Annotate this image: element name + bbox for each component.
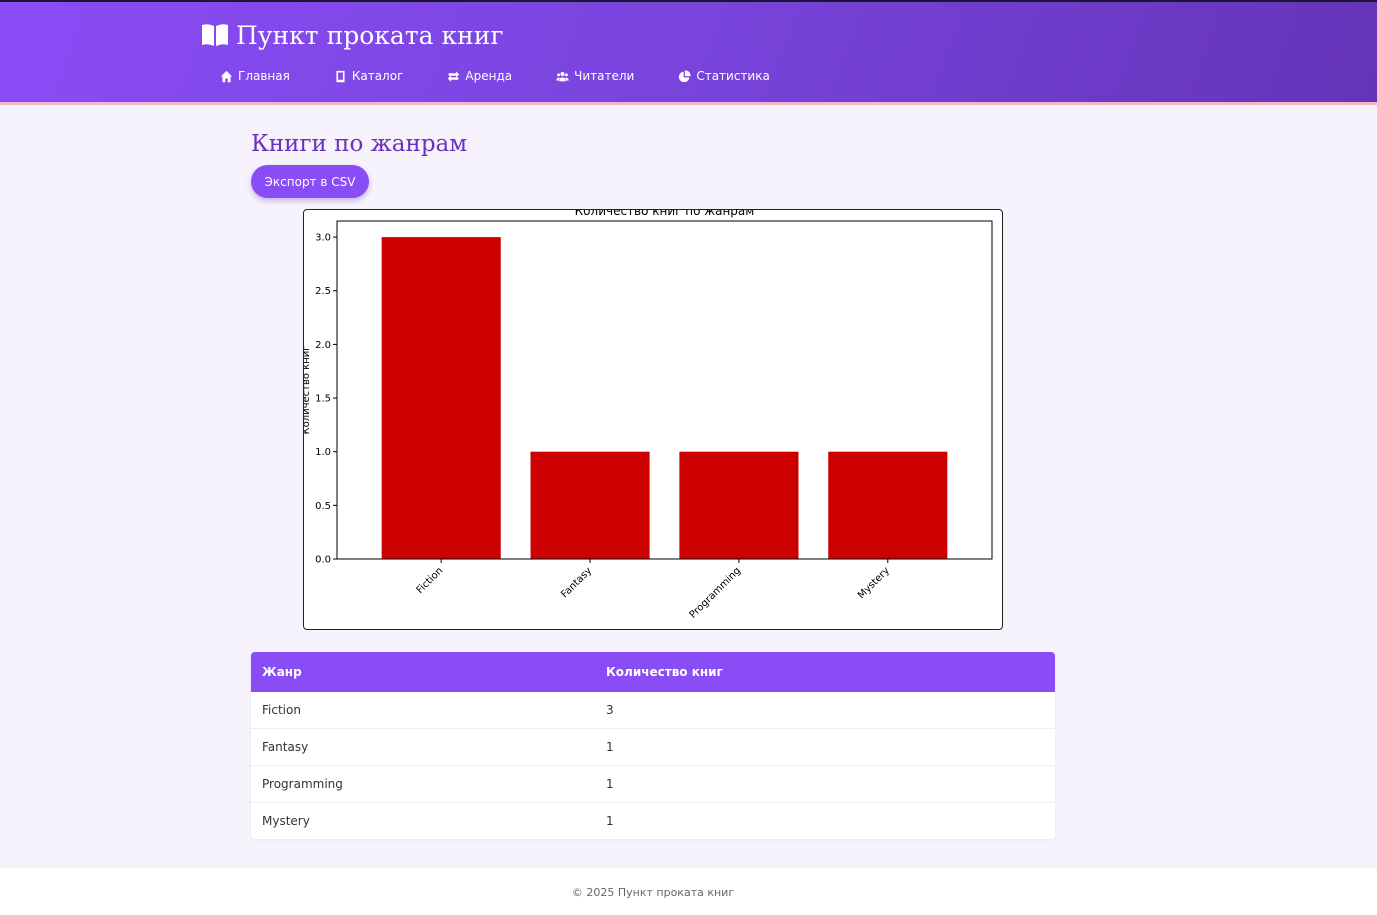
column-header-genre: Жанр bbox=[262, 665, 302, 679]
bar-fiction bbox=[381, 237, 501, 559]
genre-cell: Mystery bbox=[251, 802, 594, 839]
genre-cell: Programming bbox=[251, 765, 594, 803]
bar-mystery bbox=[828, 451, 948, 559]
y-tick-label: 0.0 bbox=[315, 555, 331, 566]
bar-chart-svg: Количество книг по жанрам Количество книг… bbox=[304, 210, 993, 621]
open-book-icon bbox=[200, 22, 230, 48]
site-header: Пункт проката книг Главная Каталог Аренд… bbox=[0, 2, 1377, 102]
page-title: Книги по жанрам bbox=[251, 131, 468, 157]
y-tick-label: 1.5 bbox=[315, 394, 331, 405]
nav-readers[interactable]: Читатели bbox=[556, 69, 634, 83]
header-accent-stripe bbox=[0, 102, 1377, 105]
main-nav: Главная Каталог Аренда Читатели Статисти… bbox=[220, 66, 814, 86]
nav-statistics[interactable]: Статистика bbox=[678, 69, 770, 83]
book-icon bbox=[336, 70, 345, 82]
nav-home-label: Главная bbox=[238, 69, 290, 83]
export-csv-button[interactable]: Экспорт в CSV bbox=[251, 165, 369, 198]
nav-rental[interactable]: Аренда bbox=[447, 69, 512, 83]
bar-fantasy bbox=[530, 451, 650, 559]
y-tick-label: 2.5 bbox=[315, 286, 331, 297]
nav-rental-label: Аренда bbox=[465, 69, 513, 83]
copyright-text: © 2025 Пункт проката книг bbox=[571, 886, 735, 899]
y-axis-label: Количество книг bbox=[304, 345, 312, 434]
genre-chart: Количество книг по жанрам Количество книг… bbox=[303, 209, 1003, 630]
nav-catalog-label: Каталог bbox=[351, 69, 404, 83]
y-tick-label: 1.0 bbox=[315, 447, 331, 458]
genre-cell: Fantasy bbox=[251, 728, 594, 766]
nav-statistics-label: Статистика bbox=[696, 69, 770, 83]
table-row: Programming 1 bbox=[251, 765, 1055, 803]
table-row: Fantasy 1 bbox=[251, 728, 1055, 766]
table-row: Fiction 3 bbox=[251, 692, 1055, 729]
users-icon bbox=[556, 71, 569, 81]
count-cell: 1 bbox=[594, 728, 1055, 766]
nav-catalog[interactable]: Каталог bbox=[334, 69, 404, 83]
site-title: Пункт проката книг bbox=[236, 20, 504, 50]
chart-title: Количество книг по жанрам bbox=[575, 210, 755, 218]
nav-home[interactable]: Главная bbox=[220, 69, 290, 83]
column-header-count: Количество книг bbox=[606, 665, 723, 679]
site-footer: © 2025 Пункт проката книг bbox=[0, 868, 1377, 915]
chart-pie-icon bbox=[679, 69, 691, 82]
y-tick-label: 0.5 bbox=[315, 501, 331, 512]
count-cell: 1 bbox=[594, 802, 1055, 839]
y-tick-label: 2.0 bbox=[315, 340, 331, 351]
nav-readers-label: Читатели bbox=[574, 69, 635, 83]
count-cell: 1 bbox=[594, 765, 1055, 803]
x-tick-label: Fantasy bbox=[559, 565, 594, 600]
bar-programming bbox=[679, 451, 799, 559]
genre-table: Жанр Количество книг Fiction 3 Fantasy 1… bbox=[251, 652, 1055, 839]
exchange-icon bbox=[448, 70, 460, 82]
x-tick-label: Mystery bbox=[856, 565, 892, 601]
table-row: Mystery 1 bbox=[251, 802, 1055, 839]
home-icon bbox=[220, 70, 233, 82]
x-tick-label: Programming bbox=[688, 565, 743, 620]
table-header-row: Жанр Количество книг bbox=[251, 652, 1055, 692]
brand[interactable]: Пункт проката книг bbox=[200, 18, 504, 52]
genre-cell: Fiction bbox=[262, 703, 301, 717]
x-tick-label: Fiction bbox=[415, 565, 446, 596]
y-tick-label: 3.0 bbox=[315, 233, 331, 244]
count-cell: 3 bbox=[606, 703, 614, 717]
